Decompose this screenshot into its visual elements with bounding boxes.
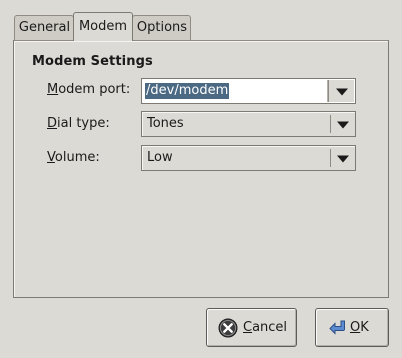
modem-port-mnemonic: M xyxy=(47,82,59,97)
chevron-down-icon xyxy=(335,88,348,96)
dial-type-dropdown[interactable] xyxy=(331,113,354,135)
modem-port-combo: /dev/modem xyxy=(141,78,356,104)
tab-general-label: General xyxy=(18,20,71,35)
tab-general[interactable]: General xyxy=(14,15,74,40)
dial-type-mnemonic: D xyxy=(47,116,58,131)
modem-port-label: Modem port: xyxy=(47,82,130,97)
tab-modem[interactable]: Modem xyxy=(73,12,133,41)
tab-options-label: Options xyxy=(136,20,188,35)
volume-label-text: olume: xyxy=(54,150,100,165)
ok-mnemonic: O xyxy=(350,320,361,335)
ok-label: OK xyxy=(350,320,369,335)
volume-mnemonic: V xyxy=(47,150,55,165)
dial-type-value: Tones xyxy=(147,116,184,131)
ok-button[interactable]: OK xyxy=(315,308,389,347)
ok-label-text: K xyxy=(360,320,369,335)
volume-select[interactable]: Low xyxy=(141,145,356,171)
cancel-icon xyxy=(218,318,238,342)
cancel-label: Cancel xyxy=(243,320,287,335)
chevron-down-icon xyxy=(336,121,349,129)
volume-dropdown[interactable] xyxy=(331,147,354,169)
ok-enter-arrow-icon xyxy=(328,318,348,342)
tab-modem-label: Modem xyxy=(78,19,128,34)
dial-type-label-text: ial type: xyxy=(57,116,110,131)
chevron-down-icon xyxy=(336,155,349,163)
dial-type-label: Dial type: xyxy=(47,116,110,131)
modem-settings-dialog: General Modem Options Modem Settings Mod… xyxy=(0,0,402,358)
volume-label: Volume: xyxy=(47,150,100,165)
dial-type-select[interactable]: Tones xyxy=(141,111,356,137)
volume-value: Low xyxy=(147,150,173,165)
cancel-button[interactable]: Cancel xyxy=(206,308,297,347)
modem-port-label-text: odem port: xyxy=(58,82,131,97)
modem-port-value: /dev/modem xyxy=(145,83,230,99)
tab-options[interactable]: Options xyxy=(132,15,191,40)
section-title: Modem Settings xyxy=(32,54,153,69)
modem-port-input[interactable]: /dev/modem xyxy=(143,80,328,102)
cancel-label-text: ancel xyxy=(252,320,288,335)
modem-port-dropdown-button[interactable] xyxy=(328,80,354,102)
cancel-mnemonic: C xyxy=(243,320,253,335)
